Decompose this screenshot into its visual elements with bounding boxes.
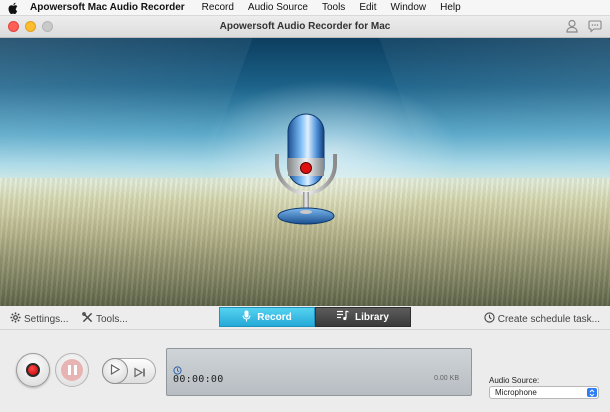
user-icon[interactable] bbox=[566, 19, 578, 38]
tools-label: Tools... bbox=[96, 313, 128, 325]
menu-window[interactable]: Window bbox=[384, 2, 434, 13]
settings-button[interactable]: Settings... bbox=[10, 312, 68, 326]
pause-icon bbox=[61, 359, 83, 381]
record-button[interactable] bbox=[16, 353, 50, 387]
audio-source-label: Audio Source: bbox=[489, 376, 540, 385]
record-icon bbox=[26, 363, 40, 377]
play-icon bbox=[110, 362, 121, 380]
chevron-up-down-icon bbox=[587, 388, 597, 397]
play-button[interactable] bbox=[102, 358, 128, 384]
clock-icon bbox=[484, 312, 495, 326]
file-size: 0.00 KB bbox=[434, 375, 459, 382]
window-controls bbox=[8, 21, 53, 32]
window-title: Apowersoft Audio Recorder for Mac bbox=[219, 21, 391, 32]
close-window-button[interactable] bbox=[8, 21, 19, 32]
tab-library-label: Library bbox=[355, 311, 389, 323]
gear-icon bbox=[10, 312, 21, 326]
recording-timer: 00:00:00 bbox=[173, 374, 224, 385]
menu-tools[interactable]: Tools bbox=[315, 2, 352, 13]
menu-audio-source[interactable]: Audio Source bbox=[241, 2, 315, 13]
minimize-window-button[interactable] bbox=[25, 21, 36, 32]
banner-image bbox=[0, 38, 610, 306]
chat-icon[interactable] bbox=[588, 19, 602, 38]
tools-button[interactable]: Tools... bbox=[82, 312, 128, 326]
microphone-icon bbox=[268, 112, 344, 237]
title-bar: Apowersoft Audio Recorder for Mac bbox=[0, 16, 610, 38]
recording-controls: 00:00:00 0.00 KB Audio Source: Microphon… bbox=[0, 331, 610, 412]
tools-icon bbox=[82, 312, 93, 326]
tab-record[interactable]: Record bbox=[219, 307, 315, 327]
music-list-icon bbox=[337, 310, 349, 324]
settings-label: Settings... bbox=[24, 313, 69, 325]
tab-library[interactable]: Library bbox=[315, 307, 411, 327]
playback-controls bbox=[102, 358, 156, 384]
skip-forward-icon bbox=[134, 365, 148, 383]
menu-app-name[interactable]: Apowersoft Mac Audio Recorder bbox=[26, 2, 195, 13]
menu-edit[interactable]: Edit bbox=[352, 2, 383, 13]
maximize-window-button[interactable] bbox=[42, 21, 53, 32]
tab-record-label: Record bbox=[257, 311, 292, 323]
create-schedule-task-label: Create schedule task... bbox=[497, 313, 600, 325]
audio-source-value: Microphone bbox=[495, 388, 537, 397]
recording-status-panel: 00:00:00 0.00 KB bbox=[166, 348, 472, 396]
apple-icon[interactable] bbox=[0, 2, 26, 14]
skip-forward-button[interactable] bbox=[134, 365, 148, 383]
menu-record[interactable]: Record bbox=[195, 2, 241, 13]
pause-button[interactable] bbox=[55, 353, 89, 387]
menu-help[interactable]: Help bbox=[433, 2, 468, 13]
tab-bar: Settings... Tools... Record Library Crea… bbox=[0, 306, 610, 330]
create-schedule-task-button[interactable]: Create schedule task... bbox=[484, 312, 600, 326]
microphone-small-icon bbox=[242, 310, 251, 325]
menu-bar: Apowersoft Mac Audio Recorder Record Aud… bbox=[0, 0, 610, 16]
audio-source-select[interactable]: Microphone bbox=[489, 386, 599, 399]
